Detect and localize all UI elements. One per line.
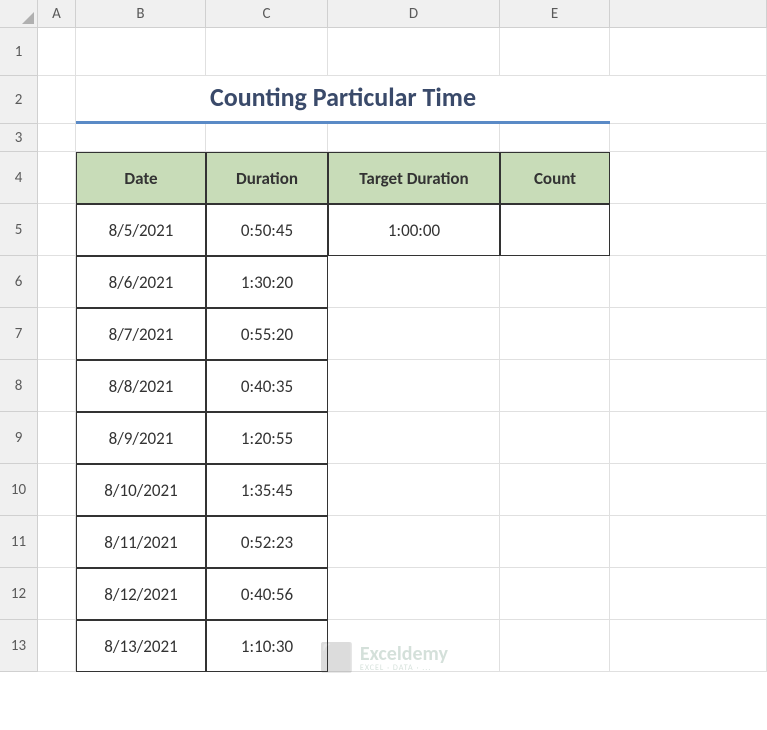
cell-A8[interactable] — [38, 360, 76, 412]
row-header-9[interactable]: 9 — [0, 412, 38, 464]
cell-blank-8 — [610, 360, 767, 412]
cell-D11[interactable] — [328, 516, 500, 568]
cell-count[interactable] — [500, 204, 610, 256]
header-duration[interactable]: Duration — [206, 152, 328, 204]
cell-D12[interactable] — [328, 568, 500, 620]
cell-date-8[interactable]: 8/13/2021 — [76, 620, 206, 672]
cell-blank-4 — [610, 152, 767, 204]
cell-A3[interactable] — [38, 124, 76, 152]
col-header-C[interactable]: C — [206, 0, 328, 28]
cell-blank-6 — [610, 256, 767, 308]
cell-E11[interactable] — [500, 516, 610, 568]
cell-E12[interactable] — [500, 568, 610, 620]
cell-A10[interactable] — [38, 464, 76, 516]
row-header-2[interactable]: 2 — [0, 76, 38, 124]
cell-B3[interactable] — [76, 124, 206, 152]
cell-A12[interactable] — [38, 568, 76, 620]
cell-A2[interactable] — [38, 76, 76, 124]
row-header-13[interactable]: 13 — [0, 620, 38, 672]
cell-duration-2[interactable]: 0:55:20 — [206, 308, 328, 360]
cell-duration-5[interactable]: 1:35:45 — [206, 464, 328, 516]
col-header-D[interactable]: D — [328, 0, 500, 28]
cell-D7[interactable] — [328, 308, 500, 360]
cell-B1[interactable] — [76, 28, 206, 76]
cell-D1[interactable] — [328, 28, 500, 76]
row-header-11[interactable]: 11 — [0, 516, 38, 568]
cell-C3[interactable] — [206, 124, 328, 152]
cell-blank-1 — [610, 28, 767, 76]
row-header-10[interactable]: 10 — [0, 464, 38, 516]
cell-A1[interactable] — [38, 28, 76, 76]
cell-target-duration[interactable]: 1:00:00 — [328, 204, 500, 256]
col-header-B[interactable]: B — [76, 0, 206, 28]
cell-E10[interactable] — [500, 464, 610, 516]
cell-E8[interactable] — [500, 360, 610, 412]
header-target[interactable]: Target Duration — [328, 152, 500, 204]
cell-E6[interactable] — [500, 256, 610, 308]
row-header-12[interactable]: 12 — [0, 568, 38, 620]
cell-D8[interactable] — [328, 360, 500, 412]
cell-duration-8[interactable]: 1:10:30 — [206, 620, 328, 672]
row-header-3[interactable]: 3 — [0, 124, 38, 152]
cell-blank-2 — [610, 76, 767, 124]
cell-A4[interactable] — [38, 152, 76, 204]
cell-date-7[interactable]: 8/12/2021 — [76, 568, 206, 620]
cell-D10[interactable] — [328, 464, 500, 516]
cell-duration-6[interactable]: 0:52:23 — [206, 516, 328, 568]
cell-date-0[interactable]: 8/5/2021 — [76, 204, 206, 256]
spreadsheet-grid: A B C D E 1 2 Counting Particular Time 3… — [0, 0, 767, 730]
cell-E7[interactable] — [500, 308, 610, 360]
row-header-5[interactable]: 5 — [0, 204, 38, 256]
header-date[interactable]: Date — [76, 152, 206, 204]
cell-duration-7[interactable]: 0:40:56 — [206, 568, 328, 620]
col-header-blank — [610, 0, 767, 28]
col-header-A[interactable]: A — [38, 0, 76, 28]
row-header-4[interactable]: 4 — [0, 152, 38, 204]
row-header-8[interactable]: 8 — [0, 360, 38, 412]
cell-blank-9 — [610, 412, 767, 464]
cell-date-3[interactable]: 8/8/2021 — [76, 360, 206, 412]
cell-date-1[interactable]: 8/6/2021 — [76, 256, 206, 308]
cell-duration-4[interactable]: 1:20:55 — [206, 412, 328, 464]
cell-A13[interactable] — [38, 620, 76, 672]
cell-duration-1[interactable]: 1:30:20 — [206, 256, 328, 308]
cell-blank-3 — [610, 124, 767, 152]
cell-D13[interactable] — [328, 620, 500, 672]
cell-date-6[interactable]: 8/11/2021 — [76, 516, 206, 568]
title-cell[interactable]: Counting Particular Time — [76, 76, 610, 124]
cell-A9[interactable] — [38, 412, 76, 464]
cell-C1[interactable] — [206, 28, 328, 76]
cell-E9[interactable] — [500, 412, 610, 464]
row-header-7[interactable]: 7 — [0, 308, 38, 360]
cell-E13[interactable] — [500, 620, 610, 672]
cell-blank-12 — [610, 568, 767, 620]
select-all-corner[interactable] — [0, 0, 38, 28]
cell-date-5[interactable]: 8/10/2021 — [76, 464, 206, 516]
cell-D9[interactable] — [328, 412, 500, 464]
row-header-1[interactable]: 1 — [0, 28, 38, 76]
cell-blank-13 — [610, 620, 767, 672]
cell-D3[interactable] — [328, 124, 500, 152]
cell-duration-0[interactable]: 0:50:45 — [206, 204, 328, 256]
col-header-E[interactable]: E — [500, 0, 610, 28]
cell-blank-11 — [610, 516, 767, 568]
cell-D6[interactable] — [328, 256, 500, 308]
cell-E1[interactable] — [500, 28, 610, 76]
cell-date-2[interactable]: 8/7/2021 — [76, 308, 206, 360]
cell-blank-5 — [610, 204, 767, 256]
cell-A6[interactable] — [38, 256, 76, 308]
cell-blank-10 — [610, 464, 767, 516]
cell-E3[interactable] — [500, 124, 610, 152]
cell-A5[interactable] — [38, 204, 76, 256]
cell-A11[interactable] — [38, 516, 76, 568]
cell-duration-3[interactable]: 0:40:35 — [206, 360, 328, 412]
cell-blank-7 — [610, 308, 767, 360]
cell-A7[interactable] — [38, 308, 76, 360]
header-count[interactable]: Count — [500, 152, 610, 204]
row-header-6[interactable]: 6 — [0, 256, 38, 308]
cell-date-4[interactable]: 8/9/2021 — [76, 412, 206, 464]
